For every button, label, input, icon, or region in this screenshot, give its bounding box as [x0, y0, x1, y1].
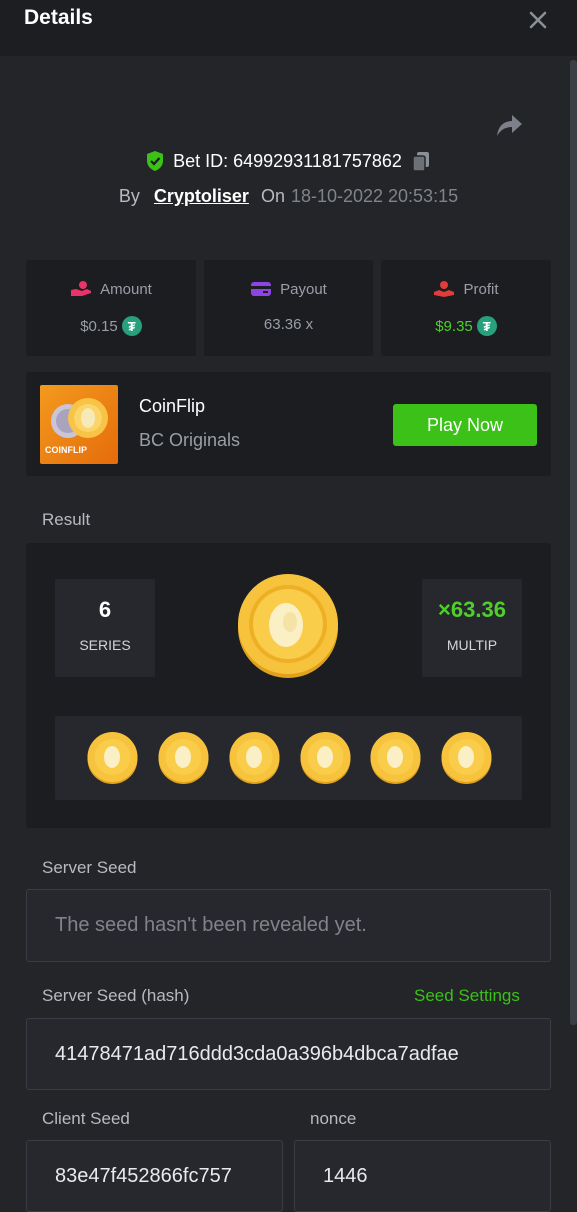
close-icon[interactable] [526, 8, 550, 32]
big-coin-icon [238, 574, 338, 678]
bet-byline: By Cryptoliser On 18-10-2022 20:53:15 [0, 186, 577, 207]
seed-settings-link[interactable]: Seed Settings [414, 986, 520, 1006]
nonce-field[interactable]: 1446 [294, 1140, 551, 1212]
payout-label: Payout [280, 280, 327, 298]
client-seed-field[interactable]: 83e47f452866fc757 [26, 1140, 283, 1212]
bet-id: Bet ID: 64992931181757862 [173, 150, 402, 171]
server-seed-label: Server Seed [42, 858, 137, 877]
page-title: Details [24, 6, 93, 29]
coin-icon [370, 732, 421, 784]
series-box: 6 SERIES [55, 579, 155, 677]
amount-icon [71, 281, 92, 296]
verified-shield-icon [147, 151, 164, 171]
thumbnail-title: COINFLIP [45, 445, 87, 455]
bet-id-line: Bet ID: 64992931181757862 [0, 150, 577, 177]
result-label: Result [42, 510, 91, 529]
series-value: 6 [98, 597, 112, 622]
series-label: SERIES [79, 637, 131, 653]
bet-datetime: 18-10-2022 20:53:15 [290, 186, 459, 206]
profit-label: Profit [463, 280, 499, 298]
multiplier-value: ×63.36 [438, 597, 506, 622]
copy-icon[interactable] [410, 150, 432, 172]
coin-icon [229, 732, 280, 784]
server-seed-hash-field[interactable]: 41478471ad716ddd3cda0a396b4dbca7adfae [26, 1018, 551, 1090]
payout-value: 63.36 x [263, 316, 314, 333]
share-icon[interactable] [494, 112, 524, 138]
play-now-button[interactable]: Play Now [393, 404, 537, 446]
game-card: COINFLIP CoinFlip BC Originals Play Now [26, 372, 551, 476]
nonce-label: nonce [310, 1109, 357, 1128]
coin-icon [300, 732, 351, 784]
payout-card: Payout 63.36 x [204, 260, 373, 356]
wallet-icon [251, 282, 272, 296]
details-header: Details [0, 0, 577, 56]
profit-icon [434, 281, 455, 297]
amount-label: Amount [100, 280, 152, 298]
coin-icon [158, 732, 209, 784]
server-seed-field[interactable]: The seed hasn't been revealed yet. [26, 889, 551, 962]
coin-series-row [55, 716, 522, 800]
client-seed-label: Client Seed [42, 1109, 130, 1128]
game-name[interactable]: CoinFlip [139, 396, 205, 417]
tether-icon: ₮ [476, 316, 497, 336]
result-panel: 6 SERIES ×63.36 MULTIP [26, 543, 551, 828]
profit-card: Profit $9.35 ₮ [381, 260, 551, 356]
on-label: On [260, 186, 285, 206]
multiplier-label: MULTIP [446, 637, 498, 653]
username-link[interactable]: Cryptoliser [154, 186, 249, 206]
coinflip-thumbnail[interactable]: COINFLIP [40, 385, 118, 464]
multiplier-box: ×63.36 MULTIP [422, 579, 522, 677]
coin-icon [87, 732, 138, 784]
profit-value: $9.35 [435, 317, 473, 335]
server-seed-hash-label: Server Seed (hash) [42, 986, 190, 1005]
coin-icon [441, 732, 492, 784]
tether-icon: ₮ [121, 316, 142, 336]
amount-value: $0.15 [80, 317, 118, 335]
by-label: By [118, 186, 140, 206]
amount-card: Amount $0.15 ₮ [26, 260, 196, 356]
game-provider: BC Originals [139, 430, 241, 450]
